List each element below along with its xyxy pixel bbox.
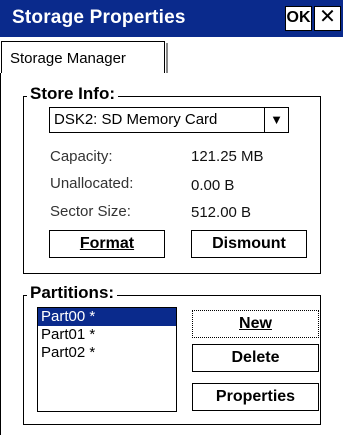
tab-divider [166, 43, 168, 73]
properties-button[interactable]: Properties [192, 383, 319, 411]
sector-size-value: 512.00 B [191, 204, 252, 221]
new-label: New [239, 315, 272, 332]
dismount-label: Dismount [212, 235, 286, 252]
chevron-down-icon[interactable]: ▼ [264, 108, 288, 132]
sector-size-label: Sector Size: [50, 203, 131, 220]
partitions-legend: Partitions: [27, 283, 118, 303]
capacity-value: 121.25 MB [191, 148, 264, 165]
capacity-label: Capacity: [50, 148, 113, 165]
list-item-part02[interactable]: Part02 * [38, 344, 176, 362]
unallocated-value: 0.00 B [191, 177, 235, 194]
dismount-button[interactable]: Dismount [191, 230, 307, 258]
list-item-part01[interactable]: Part01 * [38, 326, 176, 344]
title-bar: Storage Properties OK ✕ [0, 0, 343, 37]
ok-button[interactable]: OK [285, 6, 312, 31]
list-item-part00[interactable]: Part00 * [38, 308, 176, 326]
window-title: Storage Properties [12, 7, 186, 28]
format-label: Format [79, 235, 135, 252]
partitions-list[interactable]: Part00 * Part01 * Part02 * [37, 307, 177, 412]
delete-label: Delete [231, 349, 280, 366]
delete-button[interactable]: Delete [192, 344, 319, 372]
store-select[interactable]: DSK2: SD Memory Card [49, 107, 289, 133]
unallocated-label: Unallocated: [50, 175, 134, 192]
new-button[interactable]: New [192, 310, 319, 338]
format-button[interactable]: Format [49, 230, 165, 258]
close-icon[interactable]: ✕ [314, 6, 341, 31]
store-info-legend: Store Info: [27, 84, 118, 104]
store-select-value: DSK2: SD Memory Card [54, 111, 218, 128]
properties-label: Properties [215, 388, 296, 405]
tab-storage-manager[interactable]: Storage Manager [1, 41, 165, 74]
